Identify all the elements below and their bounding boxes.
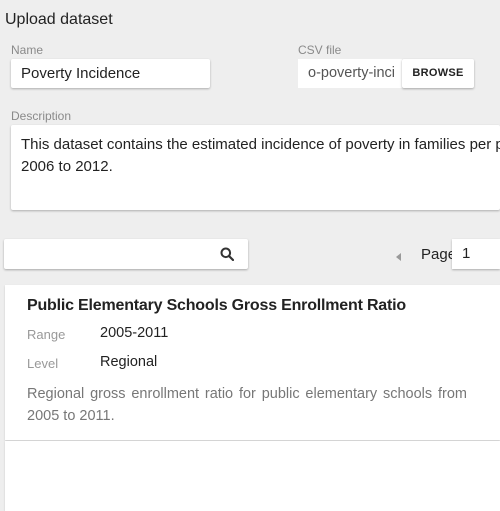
- description-label: Description: [11, 109, 72, 123]
- triangle-left-icon[interactable]: [396, 253, 401, 261]
- level-label: Level: [27, 356, 59, 371]
- csv-file-label: CSV file: [298, 43, 342, 57]
- name-field-label: Name: [11, 43, 44, 57]
- dataset-description: Regional gross enrollment ratio for publ…: [27, 383, 467, 427]
- range-label: Range: [27, 327, 66, 342]
- page-title: Upload dataset: [5, 11, 113, 28]
- level-value: Regional: [100, 354, 158, 370]
- range-value: 2005-2011: [100, 325, 169, 341]
- description-textarea[interactable]: This dataset contains the estimated inci…: [11, 125, 500, 210]
- csv-file-input[interactable]: o-poverty-inci: [298, 59, 402, 88]
- search-input[interactable]: [4, 239, 248, 269]
- dataset-title[interactable]: Public Elementary Schools Gross Enrollme…: [27, 297, 406, 315]
- description-line: 2006 to 2012.: [21, 158, 113, 175]
- dataset-card[interactable]: Public Elementary Schools Gross Enrollme…: [5, 285, 500, 440]
- browse-button[interactable]: BROWSE: [402, 59, 474, 88]
- name-field[interactable]: Poverty Incidence: [11, 59, 210, 88]
- description-line: This dataset contains the estimated inci…: [21, 136, 500, 153]
- page-number-input[interactable]: 1: [452, 239, 500, 269]
- pager-label: Page: [421, 246, 457, 263]
- dataset-card[interactable]: [5, 441, 500, 511]
- dataset-description-line: Regional gross enrollment ratio for publ…: [27, 386, 467, 402]
- search-icon[interactable]: [220, 247, 234, 261]
- dataset-description-line: 2005 to 2011.: [27, 408, 115, 424]
